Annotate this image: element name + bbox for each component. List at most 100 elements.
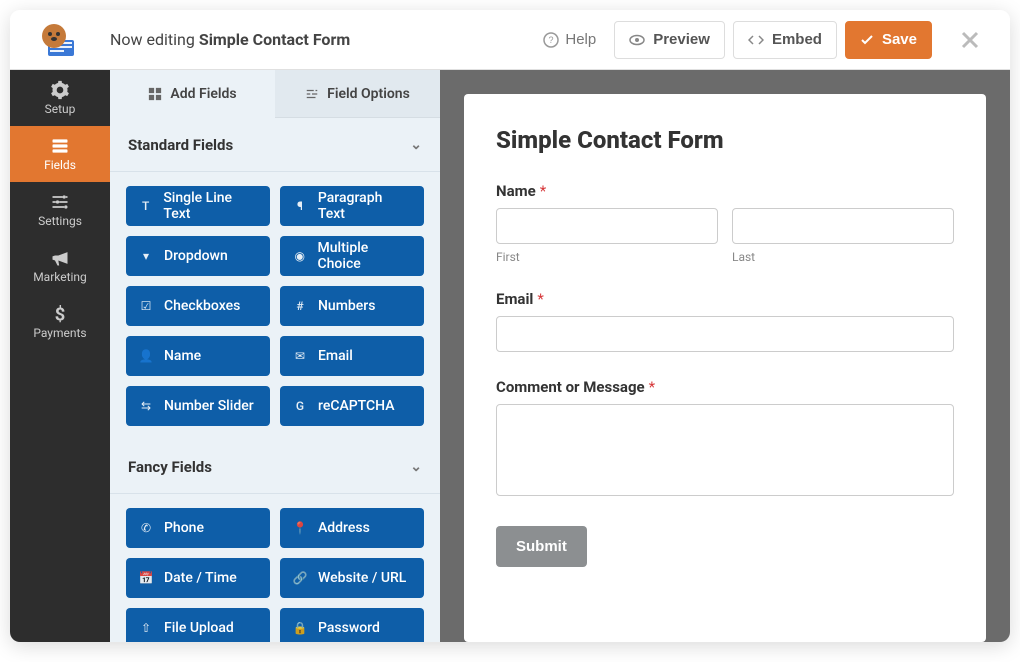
field-date-time[interactable]: 📅Date / Time: [126, 558, 270, 598]
link-icon: 🔗: [292, 571, 308, 585]
submit-button[interactable]: Submit: [496, 526, 587, 567]
phone-icon: ✆: [138, 521, 154, 535]
help-button[interactable]: ? Help: [533, 25, 606, 54]
form-canvas: Simple Contact Form Name* First Last: [440, 70, 1010, 642]
field-checkboxes[interactable]: ☑Checkboxes: [126, 286, 270, 326]
sidebar-item-setup[interactable]: Setup: [10, 70, 110, 126]
field-multiple-choice[interactable]: ◉Multiple Choice: [280, 236, 424, 276]
label-text: Comment or Message: [496, 378, 645, 396]
sidebar-item-payments[interactable]: $ Payments: [10, 294, 110, 350]
close-icon: [961, 31, 979, 49]
section-title: Fancy Fields: [128, 458, 212, 476]
submit-label: Submit: [516, 538, 567, 555]
field-label: Email: [318, 348, 353, 364]
radio-icon: ◉: [292, 249, 308, 263]
field-label: Address: [318, 520, 370, 536]
field-label: Dropdown: [164, 248, 228, 264]
user-icon: 👤: [138, 349, 154, 363]
field-name[interactable]: 👤 Name: [126, 336, 270, 376]
section-title: Standard Fields: [128, 136, 233, 154]
embed-label: Embed: [772, 31, 822, 48]
email-label: Email*: [496, 290, 954, 308]
sliders-icon: [50, 192, 70, 212]
embed-button[interactable]: Embed: [733, 21, 837, 59]
chevron-down-icon: ⌄: [410, 137, 422, 153]
tab-add-fields[interactable]: Add Fields: [110, 70, 275, 118]
field-numbers[interactable]: #Numbers: [280, 286, 424, 326]
sidebar-item-label: Fields: [44, 158, 76, 172]
close-button[interactable]: [950, 20, 990, 60]
name-first-col: First: [496, 208, 718, 264]
field-label: Website / URL: [318, 570, 406, 586]
header-actions: ? Help Preview Embed Save: [533, 20, 990, 60]
body: Setup Fields Settings Marketing $ Paymen…: [10, 70, 1010, 642]
check-icon: ☑: [138, 299, 154, 313]
label-text: Email: [496, 290, 533, 308]
required-marker: *: [537, 290, 543, 308]
code-icon: [748, 32, 764, 48]
preview-button[interactable]: Preview: [614, 21, 725, 59]
sidebar-item-label: Payments: [33, 326, 86, 340]
section-fancy-head[interactable]: Fancy Fields ⌄: [110, 440, 440, 494]
last-name-input[interactable]: [732, 208, 954, 244]
field-recaptcha[interactable]: GreCAPTCHA: [280, 386, 424, 426]
field-email[interactable]: ✉Email: [280, 336, 424, 376]
app-root: Now editing Simple Contact Form ? Help P…: [10, 10, 1010, 642]
field-address[interactable]: 📍 Address: [280, 508, 424, 548]
field-label: Numbers: [318, 298, 375, 314]
field-phone[interactable]: ✆Phone: [126, 508, 270, 548]
field-group-email[interactable]: Email*: [496, 290, 954, 352]
email-input[interactable]: [496, 316, 954, 352]
label-text: Name: [496, 182, 536, 200]
paragraph-icon: ¶: [292, 199, 308, 213]
comment-textarea[interactable]: [496, 404, 954, 496]
tab-field-options[interactable]: Field Options: [275, 70, 440, 118]
field-dropdown[interactable]: ▾Dropdown: [126, 236, 270, 276]
field-paragraph-text[interactable]: ¶ Paragraph Text: [280, 186, 424, 226]
field-single-line-text[interactable]: T Single Line Text: [126, 186, 270, 226]
check-icon: [860, 33, 874, 47]
fancy-fields-grid: ✆Phone 📍 Address 📅Date / Time 🔗 Website / …: [110, 494, 440, 642]
chevron-down-icon: ⌄: [410, 459, 422, 475]
save-button[interactable]: Save: [845, 21, 932, 59]
field-number-slider[interactable]: ⇆ Number Slider: [126, 386, 270, 426]
field-website-url[interactable]: 🔗 Website / URL: [280, 558, 424, 598]
app-logo: [40, 20, 80, 60]
svg-text:$: $: [55, 305, 66, 324]
panel-scroll[interactable]: Standard Fields ⌄ T Single Line Text ¶ Par…: [110, 118, 440, 642]
help-label: Help: [565, 31, 596, 48]
field-group-comment[interactable]: Comment or Message*: [496, 378, 954, 500]
comment-label: Comment or Message*: [496, 378, 954, 396]
bullhorn-icon: [50, 248, 70, 268]
form-surface[interactable]: Simple Contact Form Name* First Last: [464, 94, 986, 642]
save-label: Save: [882, 31, 917, 48]
text-icon: T: [138, 199, 153, 213]
field-group-name[interactable]: Name* First Last: [496, 182, 954, 264]
field-label: Name: [164, 348, 201, 364]
field-file-upload[interactable]: ⇧File Upload: [126, 608, 270, 642]
field-label: Single Line Text: [163, 190, 258, 222]
preview-label: Preview: [653, 31, 710, 48]
field-password[interactable]: 🔒Password: [280, 608, 424, 642]
form-title: Simple Contact Form: [496, 126, 954, 154]
field-label: File Upload: [164, 620, 234, 636]
first-name-input[interactable]: [496, 208, 718, 244]
field-label: Password: [318, 620, 380, 636]
standard-fields-grid: T Single Line Text ¶ Paragraph Text ▾Dropd…: [110, 172, 440, 440]
sliders-mini-icon: [305, 87, 319, 101]
last-sublabel: Last: [732, 250, 954, 264]
section-standard-head[interactable]: Standard Fields ⌄: [110, 118, 440, 172]
name-label: Name*: [496, 182, 954, 200]
field-label: Date / Time: [164, 570, 237, 586]
field-label: Number Slider: [164, 398, 254, 414]
dollar-icon: $: [50, 304, 70, 324]
sidebar-item-fields[interactable]: Fields: [10, 126, 110, 182]
name-row: First Last: [496, 208, 954, 264]
field-label: reCAPTCHA: [318, 398, 395, 414]
sidebar-item-marketing[interactable]: Marketing: [10, 238, 110, 294]
pin-icon: 📍: [292, 521, 308, 535]
slider-icon: ⇆: [138, 399, 154, 413]
field-label: Paragraph Text: [318, 190, 412, 222]
required-marker: *: [540, 182, 546, 200]
sidebar-item-settings[interactable]: Settings: [10, 182, 110, 238]
